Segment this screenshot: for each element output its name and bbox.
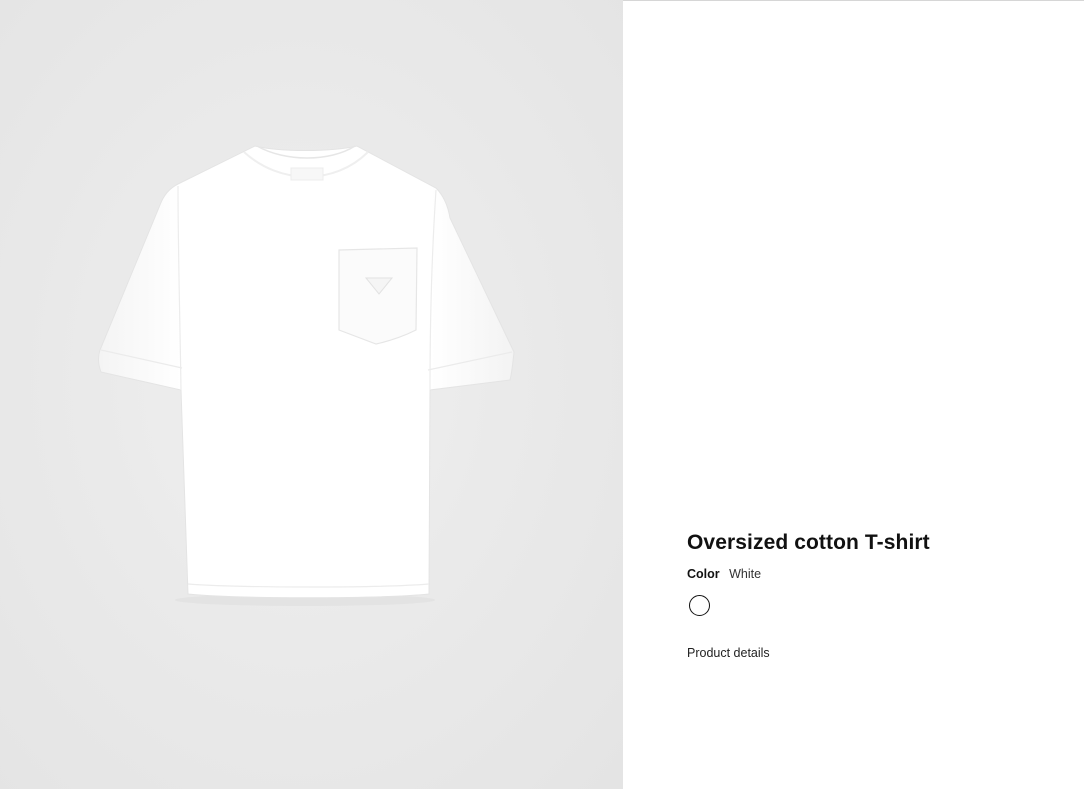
color-swatch-white[interactable] [689,595,710,616]
product-image [98,145,515,606]
product-page: Oversized cotton T-shirt Color White Pro… [0,0,1084,790]
color-row: Color White [687,566,1047,582]
product-image-gallery[interactable] [0,0,623,789]
color-value: White [729,567,762,581]
product-info-panel: Oversized cotton T-shirt Color White Pro… [687,530,1047,662]
color-label: Color [687,567,720,581]
product-title: Oversized cotton T-shirt [687,531,930,554]
header-divider [623,0,1084,1]
product-details-link[interactable]: Product details [687,645,770,661]
